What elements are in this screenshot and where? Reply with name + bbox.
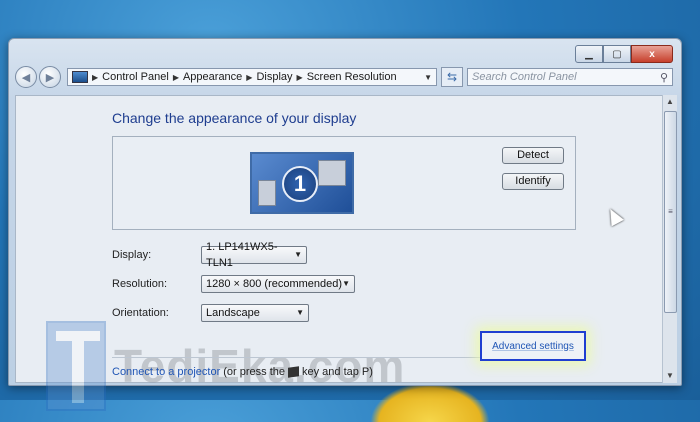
close-button[interactable]: x — [631, 45, 673, 63]
chevron-right-icon: ▶ — [246, 72, 253, 82]
chevron-down-icon: ▼ — [294, 250, 302, 259]
desktop-wallpaper-flower — [370, 382, 490, 422]
main-content: Change the appearance of your display 1 … — [15, 95, 663, 411]
control-panel-window: ▁ ▢ x ◀ ▶ ▶ Control Panel ▶ Appearance ▶… — [8, 38, 682, 411]
identify-button[interactable]: Identify — [502, 173, 564, 190]
window-thumbnail-icon — [318, 160, 346, 186]
connect-projector-link[interactable]: Connect to a projector — [112, 366, 220, 378]
scroll-thumb[interactable]: ≡ — [664, 111, 677, 313]
minimize-button[interactable]: ▁ — [575, 45, 603, 63]
breadcrumb-control-panel[interactable]: Control Panel — [102, 71, 169, 83]
display-select-value: 1. LP141WX5-TLN1 — [206, 241, 278, 269]
chevron-down-icon: ▼ — [342, 279, 350, 288]
detect-button[interactable]: Detect — [502, 147, 564, 164]
projector-hint-text-b: key and tap P) — [301, 366, 373, 378]
monitor-preview-area: 1 Detect Identify — [112, 136, 576, 230]
maximize-button[interactable]: ▢ — [603, 45, 631, 63]
address-dropdown-icon[interactable]: ▼ — [424, 73, 432, 82]
monitor-number-badge: 1 — [282, 166, 318, 202]
address-bar[interactable]: ▶ Control Panel ▶ Appearance ▶ Display ▶… — [67, 68, 437, 86]
chevron-right-icon: ▶ — [172, 72, 179, 82]
advanced-settings-highlight: Advanced settings — [480, 331, 586, 361]
projector-hint-text-a: (or press the — [223, 366, 285, 378]
orientation-select[interactable]: Landscape ▼ — [201, 304, 309, 322]
forward-button[interactable]: ▶ — [39, 66, 61, 88]
back-button[interactable]: ◀ — [15, 66, 37, 88]
resolution-label: Resolution: — [112, 278, 168, 290]
projector-hint: Connect to a projector (or press the key… — [112, 366, 373, 378]
search-icon[interactable]: ⚲ — [660, 71, 668, 84]
divider — [112, 357, 502, 358]
search-input[interactable]: Search Control Panel ⚲ — [467, 68, 673, 86]
resolution-select-value: 1280 × 800 (recommended) — [206, 278, 343, 290]
display-label: Display: — [112, 249, 152, 261]
breadcrumb-screen-resolution[interactable]: Screen Resolution — [307, 71, 397, 83]
resolution-select[interactable]: 1280 × 800 (recommended) ▼ — [201, 275, 355, 293]
windows-key-icon — [287, 366, 299, 378]
orientation-label: Orientation: — [112, 307, 169, 319]
navigation-bar: ◀ ▶ ▶ Control Panel ▶ Appearance ▶ Displ… — [15, 65, 673, 89]
scroll-up-icon[interactable]: ▲ — [663, 95, 677, 109]
display-select[interactable]: 1. LP141WX5-TLN1 ▼ — [201, 241, 307, 269]
control-panel-icon — [72, 71, 88, 83]
breadcrumb-display[interactable]: Display — [256, 71, 292, 83]
page-title: Change the appearance of your display — [112, 110, 357, 126]
orientation-select-value: Landscape — [206, 307, 260, 319]
advanced-settings-link[interactable]: Advanced settings — [492, 341, 574, 352]
chevron-right-icon: ▶ — [92, 72, 99, 82]
watermark-logo-icon — [46, 321, 106, 411]
chevron-down-icon: ▼ — [296, 308, 304, 317]
monitor-1-preview[interactable]: 1 — [250, 152, 354, 214]
vertical-scrollbar[interactable]: ▲ ≡ ▼ — [662, 95, 677, 383]
window-thumbnail-icon — [258, 180, 276, 206]
breadcrumb-appearance[interactable]: Appearance — [183, 71, 242, 83]
refresh-button[interactable]: ⇆ — [441, 67, 463, 87]
chevron-right-icon: ▶ — [296, 72, 303, 82]
window-controls: ▁ ▢ x — [575, 45, 673, 63]
search-placeholder: Search Control Panel — [472, 71, 577, 83]
scroll-down-icon[interactable]: ▼ — [663, 369, 677, 383]
